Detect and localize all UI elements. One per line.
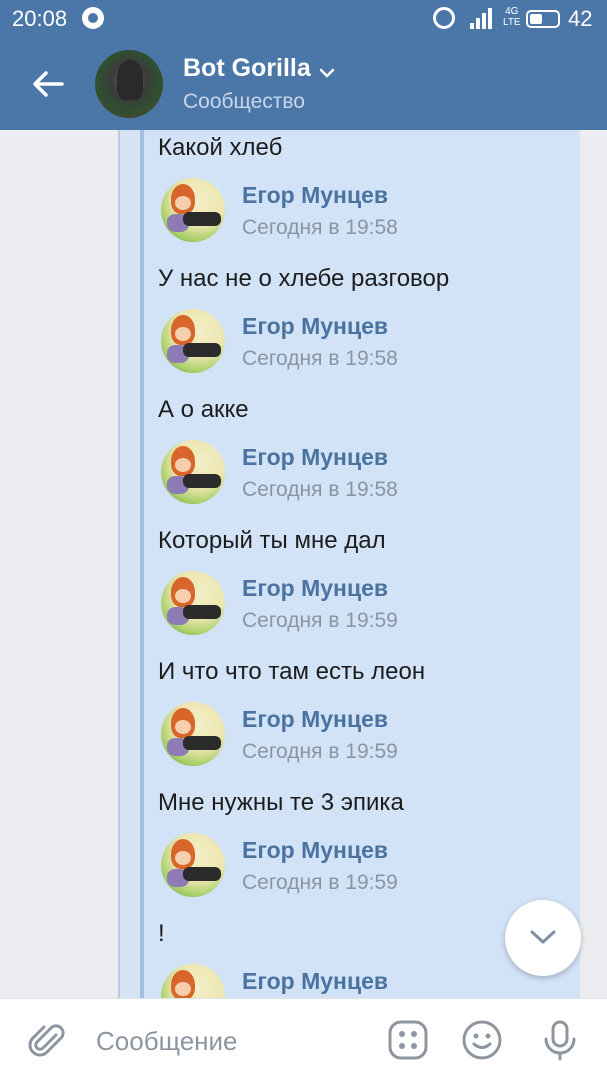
battery-percent: 42 — [568, 6, 593, 31]
author-avatar[interactable] — [161, 702, 225, 766]
community-avatar[interactable] — [95, 50, 163, 118]
message-time: Сегодня в 19:59 — [242, 871, 398, 894]
message-text: Мне нужны те 3 эпика — [158, 789, 404, 816]
chevron-down-icon[interactable] — [319, 66, 335, 80]
chat-header: Bot Gorilla Сообщество — [0, 38, 607, 130]
message-author-block: Егор Мунцев Сегодня в 19:59 — [161, 702, 581, 770]
message-author-block: Егор Мунцев Сегодня в 19:58 — [161, 440, 581, 508]
message-author-block: Егор Мунцев Сегодня в 19:59 — [161, 833, 581, 901]
message-author-block: Егор Мунцев Сегодня в 19:58 — [161, 309, 581, 377]
message-time: Сегодня в 19:58 — [242, 216, 398, 239]
chat-title[interactable]: Bot Gorilla — [183, 54, 311, 83]
message-text: А о акке — [158, 396, 249, 423]
message-author-block: Егор Мунцев Сегодня в 19:59 — [161, 571, 581, 639]
message-input[interactable] — [96, 1021, 376, 1061]
message-text: И что что там есть леон — [158, 658, 426, 685]
author-avatar[interactable] — [161, 178, 225, 242]
author-avatar[interactable] — [161, 571, 225, 635]
message-time: Сегодня в 19:59 — [242, 740, 398, 763]
status-time: 20:08 — [12, 6, 68, 31]
chat-subtitle: Сообщество — [183, 90, 305, 113]
message-text: У нас не о хлебе разговор — [158, 265, 450, 292]
author-avatar[interactable] — [161, 440, 225, 504]
status-bar: 20:08 4G LTE 42 — [0, 0, 607, 38]
message-text: ! — [158, 920, 165, 947]
author-name[interactable]: Егор Мунцев — [242, 968, 388, 995]
battery-icon — [526, 10, 560, 28]
author-avatar[interactable] — [161, 833, 225, 897]
message-text: Который ты мне дал — [158, 527, 386, 554]
microphone-icon[interactable] — [541, 1019, 579, 1061]
chevron-down-icon — [530, 930, 556, 944]
author-name[interactable]: Егор Мунцев — [242, 444, 388, 471]
apps-icon[interactable] — [387, 1019, 429, 1061]
back-arrow-icon[interactable] — [28, 64, 68, 104]
smile-icon[interactable] — [461, 1019, 503, 1061]
whatsapp-icon — [82, 7, 104, 29]
signal-icon — [470, 7, 498, 29]
author-name[interactable]: Егор Мунцев — [242, 313, 388, 340]
network-type: 4G LTE — [503, 6, 521, 28]
author-name[interactable]: Егор Мунцев — [242, 837, 388, 864]
message-author-block: Егор Мунцев — [161, 964, 581, 998]
scroll-to-bottom-button[interactable] — [505, 900, 581, 976]
author-avatar[interactable] — [161, 964, 225, 998]
author-name[interactable]: Егор Мунцев — [242, 182, 388, 209]
author-avatar[interactable] — [161, 309, 225, 373]
message-text: Какой хлеб — [158, 134, 283, 161]
message-author-block: Егор Мунцев Сегодня в 19:58 — [161, 178, 581, 246]
paperclip-icon[interactable] — [28, 1021, 68, 1061]
message-list[interactable]: Какой хлеб Егор Мунцев Сегодня в 19:58 У… — [0, 130, 607, 998]
author-name[interactable]: Егор Мунцев — [242, 706, 388, 733]
author-name[interactable]: Егор Мунцев — [242, 575, 388, 602]
message-composer — [0, 998, 607, 1080]
message-time: Сегодня в 19:59 — [242, 609, 398, 632]
message-time: Сегодня в 19:58 — [242, 478, 398, 501]
alarm-icon — [433, 7, 455, 29]
message-time: Сегодня в 19:58 — [242, 347, 398, 370]
